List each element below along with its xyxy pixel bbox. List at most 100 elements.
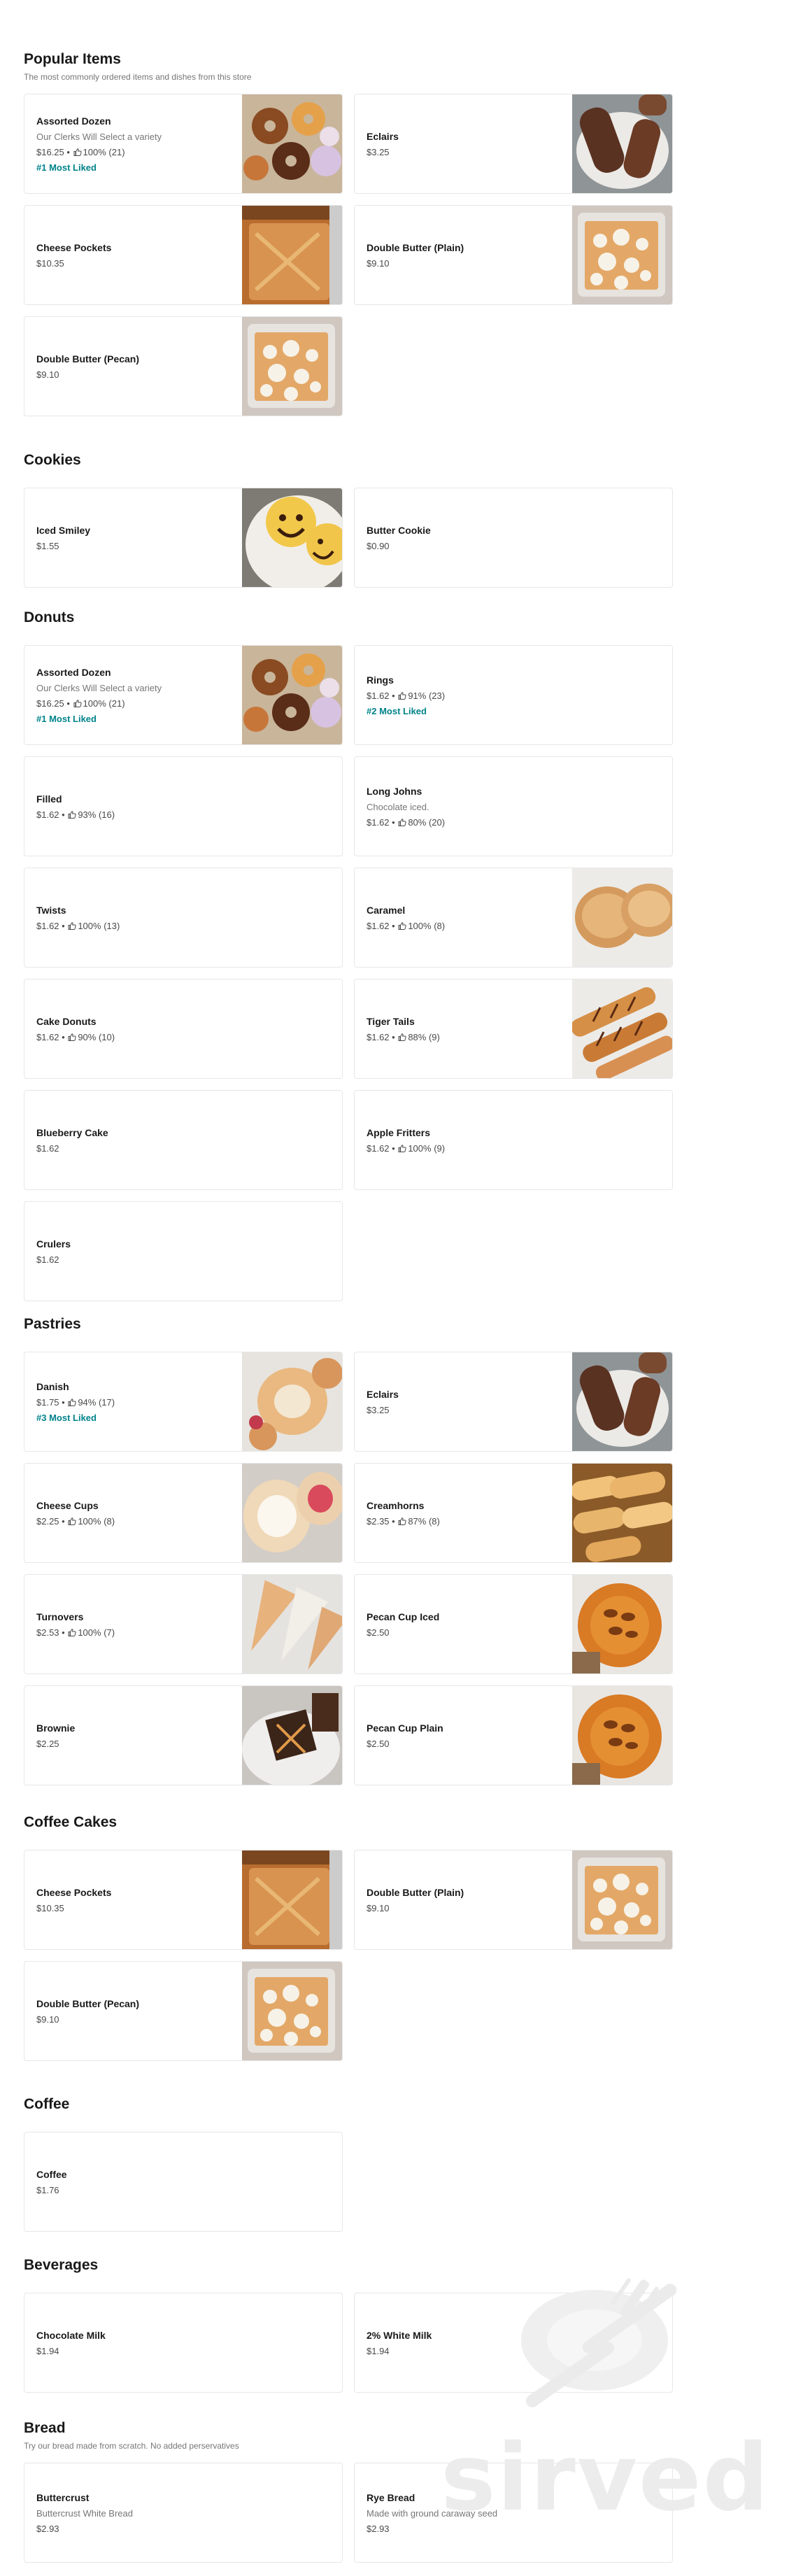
menu-item-card[interactable]: Double Butter (Plain) $9.10 xyxy=(354,205,673,305)
menu-item-name: Filled xyxy=(36,793,62,805)
menu-item-rating: 91% (23) xyxy=(408,690,446,701)
menu-item-card[interactable]: Pecan Cup Iced $2.50 xyxy=(354,1574,673,1674)
menu-item-price: $10.35 xyxy=(36,257,64,269)
menu-item-card[interactable]: Cake Donuts $1.62 • 90% (10) xyxy=(24,979,343,1079)
menu-item-card[interactable]: Assorted Dozen Our Clerks Will Select a v… xyxy=(24,645,343,745)
menu-item-photo xyxy=(572,868,672,967)
menu-item-photo xyxy=(242,1686,342,1785)
menu-item-meta: $9.10 xyxy=(36,369,230,381)
menu-item-price: $1.94 xyxy=(36,2345,59,2356)
menu-item-card[interactable]: Caramel $1.62 • 100% (8) xyxy=(354,868,673,968)
menu-item-card[interactable]: Rye Bread Made with ground caraway seed $2… xyxy=(354,2463,673,2563)
menu-item-price: $1.62 xyxy=(36,1254,59,1265)
pecan-cup-image xyxy=(572,1575,672,1673)
menu-item-rating: 100% (7) xyxy=(78,1627,115,1638)
menu-item-card[interactable]: Butter Cookie $0.90 xyxy=(354,488,673,588)
menu-item-card[interactable]: 2% White Milk $1.94 xyxy=(354,2293,673,2393)
menu-item-price: $9.10 xyxy=(36,2014,59,2025)
thumbs-up-icon xyxy=(68,1628,76,1636)
menu-item-card[interactable]: Long Johns Chocolate iced. $1.62 • 80% (20… xyxy=(354,756,673,856)
menu-item-meta: $10.35 xyxy=(36,257,230,269)
menu-item-card[interactable]: Tiger Tails $1.62 • 88% (9) xyxy=(354,979,673,1079)
menu-item-card[interactable]: Coffee $1.76 xyxy=(24,2132,343,2232)
menu-item-name: Pecan Cup Plain xyxy=(367,1722,443,1734)
menu-item-card[interactable]: Pecan Cup Plain $2.50 xyxy=(354,1685,673,1785)
menu-item-photo xyxy=(572,979,672,1078)
menu-item-name: Cheese Pockets xyxy=(36,1886,112,1898)
thumbs-up-icon xyxy=(73,148,82,156)
menu-item-meta: $1.62 • 91% (23) xyxy=(367,690,661,702)
menu-item-card[interactable]: Blueberry Cake $1.62 xyxy=(24,1090,343,1190)
menu-item-name: Turnovers xyxy=(36,1611,84,1622)
menu-item-card[interactable]: Brownie $2.25 xyxy=(24,1685,343,1785)
meta-separator: • xyxy=(64,698,73,709)
menu-item-details: Coffee $1.76 xyxy=(36,2132,331,2231)
menu-item-price: $1.62 xyxy=(367,816,390,828)
section-title: Popular Items xyxy=(24,51,121,67)
menu-item-price: $2.50 xyxy=(367,1738,390,1749)
menu-item-price: $3.25 xyxy=(367,146,390,157)
menu-item-description: Our Clerks Will Select a variety xyxy=(36,682,162,693)
danish-image xyxy=(242,1352,342,1451)
menu-item-card[interactable]: Iced Smiley $1.55 xyxy=(24,488,343,588)
menu-item-price: $1.62 xyxy=(36,1031,59,1042)
menu-item-card[interactable]: Creamhorns $2.35 • 87% (8) xyxy=(354,1463,673,1563)
menu-item-photo xyxy=(572,1575,672,1673)
menu-item-name: Creamhorns xyxy=(367,1499,425,1511)
eclairs-image xyxy=(572,94,672,193)
menu-item-rating: 90% (10) xyxy=(78,1031,115,1042)
menu-item-photo xyxy=(242,646,342,744)
menu-item-meta: $1.62 xyxy=(36,1142,331,1154)
menu-item-card[interactable]: Cheese Pockets $10.35 xyxy=(24,205,343,305)
menu-item-name: Iced Smiley xyxy=(36,524,91,536)
menu-item-rating: 93% (16) xyxy=(78,809,115,820)
menu-item-card[interactable]: Buttercrust Buttercrust White Bread $2.93 xyxy=(24,2463,343,2563)
most-liked-badge: #1 Most Liked xyxy=(36,162,97,173)
menu-item-card[interactable]: Filled $1.62 • 93% (16) xyxy=(24,756,343,856)
menu-item-photo xyxy=(242,1464,342,1562)
thumbs-up-icon xyxy=(398,921,406,930)
menu-item-name: Eclairs xyxy=(367,1388,399,1400)
meta-separator: • xyxy=(64,146,73,157)
menu-item-description: Buttercrust White Bread xyxy=(36,2507,133,2519)
menu-item-meta: $0.90 xyxy=(367,540,661,552)
thumbs-up-icon xyxy=(68,921,76,930)
menu-item-meta: $1.94 xyxy=(367,2345,661,2357)
menu-item-card[interactable]: Double Butter (Plain) $9.10 xyxy=(354,1850,673,1950)
menu-item-card[interactable]: Danish $1.75 • 94% (17) #3 Most Liked xyxy=(24,1352,343,1452)
menu-item-details: Buttercrust Buttercrust White Bread $2.93 xyxy=(36,2463,331,2562)
menu-item-card[interactable]: Chocolate Milk $1.94 xyxy=(24,2293,343,2393)
menu-item-details: Danish $1.75 • 94% (17) #3 Most Liked xyxy=(36,1352,230,1451)
menu-item-details: Assorted Dozen Our Clerks Will Select a v… xyxy=(36,94,230,193)
thumbs-up-icon xyxy=(398,818,406,826)
section-subtitle: Try our bread made from scratch. No adde… xyxy=(24,2441,239,2451)
eclairs-image xyxy=(572,1352,672,1451)
menu-item-details: Filled $1.62 • 93% (16) xyxy=(36,757,331,856)
menu-item-meta: $1.62 • 93% (16) xyxy=(36,809,331,821)
menu-item-meta: $16.25 • 100% (21) xyxy=(36,698,230,709)
menu-item-card[interactable]: Eclairs $3.25 xyxy=(354,94,673,194)
most-liked-badge: #3 Most Liked xyxy=(36,1412,97,1423)
menu-item-card[interactable]: Crulers $1.62 xyxy=(24,1201,343,1301)
menu-item-price: $2.25 xyxy=(36,1515,59,1527)
menu-item-details: Double Butter (Pecan) $9.10 xyxy=(36,1962,230,2060)
double-butter-image xyxy=(242,1962,342,2060)
menu-item-card[interactable]: Double Butter (Pecan) $9.10 xyxy=(24,1961,343,2061)
section-title: Cookies xyxy=(24,452,81,468)
menu-item-details: Blueberry Cake $1.62 xyxy=(36,1091,331,1189)
menu-item-card[interactable]: Twists $1.62 • 100% (13) xyxy=(24,868,343,968)
menu-item-card[interactable]: Eclairs $3.25 xyxy=(354,1352,673,1452)
menu-item-card[interactable]: Apple Fritters $1.62 • 100% (9) xyxy=(354,1090,673,1190)
menu-item-photo xyxy=(572,1464,672,1562)
double-butter-image xyxy=(572,1850,672,1949)
menu-item-details: Crulers $1.62 xyxy=(36,1202,331,1301)
menu-item-card[interactable]: Cheese Cups $2.25 • 100% (8) xyxy=(24,1463,343,1563)
menu-item-card[interactable]: Assorted Dozen Our Clerks Will Select a v… xyxy=(24,94,343,194)
menu-item-card[interactable]: Rings $1.62 • 91% (23) #2 Most Liked xyxy=(354,645,673,745)
menu-item-name: Eclairs xyxy=(367,130,399,142)
menu-item-card[interactable]: Cheese Pockets $10.35 xyxy=(24,1850,343,1950)
menu-item-card[interactable]: Turnovers $2.53 • 100% (7) xyxy=(24,1574,343,1674)
menu-item-card[interactable]: Double Butter (Pecan) $9.10 xyxy=(24,316,343,416)
menu-item-name: Blueberry Cake xyxy=(36,1126,108,1138)
meta-separator: • xyxy=(59,809,68,820)
